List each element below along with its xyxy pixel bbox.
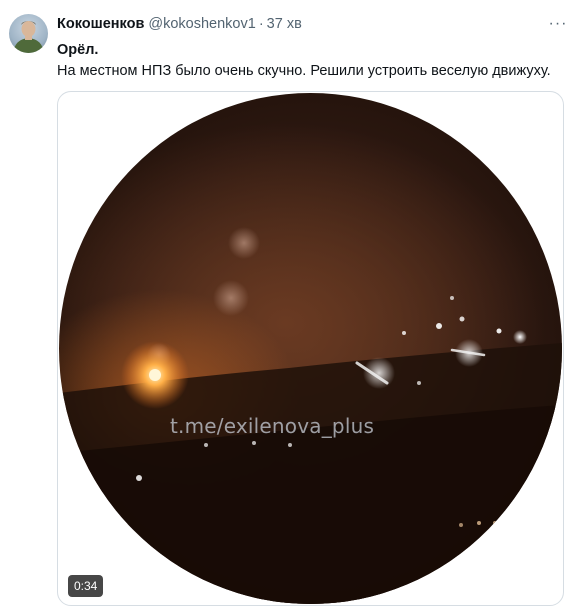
separator-dot: · bbox=[258, 16, 264, 32]
avatar[interactable] bbox=[9, 14, 48, 53]
tweet-body: На местном НПЗ было очень скучно. Решили… bbox=[57, 63, 551, 79]
tweet-card: Кокошенков @kokoshenkov1 · 37 хв ··· Орё… bbox=[0, 0, 576, 616]
video-duration-badge: 0:34 bbox=[68, 575, 104, 597]
video-frame: t.me/exilenova_plus bbox=[59, 93, 562, 604]
user-handle[interactable]: @kokoshenkov1 bbox=[148, 16, 255, 32]
more-options-icon[interactable]: ··· bbox=[547, 16, 569, 36]
video-player[interactable]: t.me/exilenova_plus 0:34 bbox=[57, 91, 564, 606]
display-name[interactable]: Кокошенков bbox=[57, 16, 144, 32]
video-watermark: t.me/exilenova_plus bbox=[170, 414, 375, 438]
avatar-image bbox=[13, 21, 44, 53]
tweet-title: Орёл. bbox=[57, 42, 99, 58]
tweet-header: Кокошенков @kokoshenkov1 · 37 хв bbox=[57, 16, 562, 36]
timestamp[interactable]: 37 хв bbox=[267, 16, 302, 32]
video-scene bbox=[59, 227, 562, 604]
tweet-text: Орёл. На местном НПЗ было очень скучно. … bbox=[57, 40, 569, 82]
